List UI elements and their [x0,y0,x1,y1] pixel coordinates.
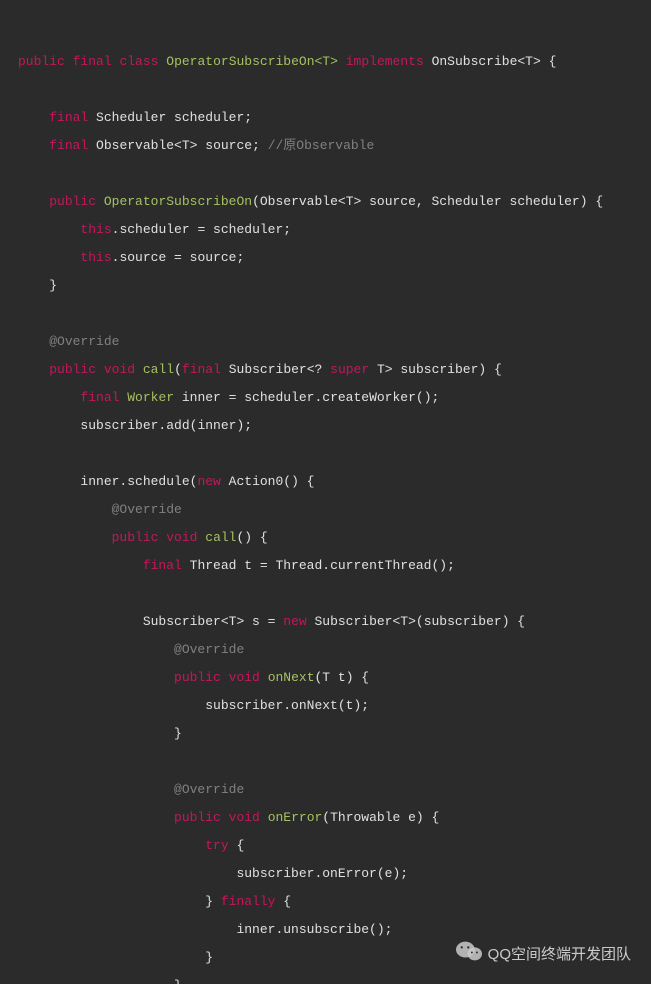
kw-void: void [229,810,260,825]
txt: Subscriber<? [221,362,330,377]
txt: { [229,838,245,853]
field-decl: Scheduler scheduler; [96,110,252,125]
kw-class: class [119,54,158,69]
kw-final: final [143,558,182,573]
watermark-text: QQ空间终端开发团队 [488,943,631,964]
txt: (T t) { [315,670,370,685]
annotation-override: @Override [174,642,244,657]
kw-void: void [104,362,135,377]
kw-new: new [283,614,306,629]
txt: } [205,894,221,909]
wechat-icon [456,940,482,966]
txt: () { [237,530,268,545]
iface: OnSubscribe<T> [432,54,541,69]
kw-final: final [49,138,88,153]
kw-final: final [49,110,88,125]
paren: ( [174,362,182,377]
kw-try: try [205,838,228,853]
kw-public: public [174,670,221,685]
annotation-override: @Override [174,782,244,797]
kw-void: void [229,670,260,685]
txt: Action0() { [221,474,315,489]
kw-finally: finally [221,894,276,909]
kw-void: void [166,530,197,545]
kw-public: public [49,194,96,209]
method-call: call [143,362,174,377]
ctor-params: (Observable<T> source, Scheduler schedul… [252,194,603,209]
kw-public: public [174,810,221,825]
annotation-override: @Override [112,502,182,517]
watermark: QQ空间终端开发团队 [456,940,631,966]
kw-final: final [80,390,119,405]
kw-this: this [80,222,111,237]
kw-super: super [330,362,369,377]
kw-public: public [49,362,96,377]
annotation-override: @Override [49,334,119,349]
brace-close: } [49,278,57,293]
txt: { [275,894,291,909]
stmt: subscriber.add(inner); [80,418,252,433]
code-editor: public final class OperatorSubscribeOn<T… [0,0,651,984]
brace: { [549,54,557,69]
stmt: inner.unsubscribe(); [236,922,392,937]
field-decl: Observable<T> source; [96,138,260,153]
kw-public: public [112,530,159,545]
txt: T> subscriber) { [369,362,502,377]
type-worker: Worker [119,390,174,405]
method-onerror: onError [268,810,323,825]
comment: //原Observable [268,138,375,153]
method-onnext: onNext [268,670,315,685]
brace-close: } [174,726,182,741]
assign: .source = source; [112,250,245,265]
method-call: call [205,530,236,545]
class-name: OperatorSubscribeOn<T> [166,54,338,69]
txt: Subscriber<T> s = [143,614,283,629]
brace-close: } [174,978,182,984]
kw-final: final [73,54,112,69]
brace-close: } [205,950,213,965]
txt: inner = scheduler.createWorker(); [174,390,439,405]
kw-public: public [18,54,65,69]
kw-this: this [80,250,111,265]
kw-final: final [182,362,221,377]
txt: Thread t = Thread.currentThread(); [182,558,455,573]
stmt: subscriber.onNext(t); [205,698,369,713]
txt: (Throwable e) { [322,810,439,825]
txt: inner.schedule( [80,474,197,489]
kw-implements: implements [346,54,424,69]
assign: .scheduler = scheduler; [112,222,291,237]
kw-new: new [197,474,220,489]
stmt: subscriber.onError(e); [236,866,408,881]
txt: Subscriber<T>(subscriber) { [307,614,525,629]
ctor-name: OperatorSubscribeOn [104,194,252,209]
